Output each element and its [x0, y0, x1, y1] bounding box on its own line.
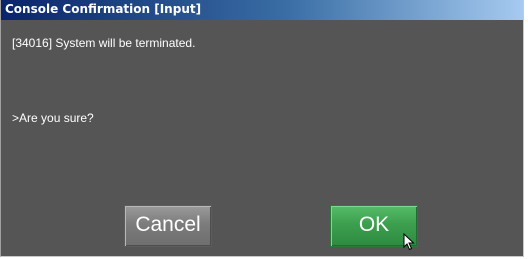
message-area: [34016] System will be terminated. >Are …: [9, 20, 523, 250]
mouse-pointer-icon: [403, 233, 415, 251]
confirmation-prompt: >Are you sure?: [12, 111, 94, 125]
termination-message: [34016] System will be terminated.: [12, 36, 196, 50]
title-bar[interactable]: Console Confirmation [Input]: [1, 0, 523, 20]
window-title: Console Confirmation [Input]: [5, 2, 202, 16]
cancel-button[interactable]: Cancel: [124, 205, 212, 247]
console-confirmation-dialog: Console Confirmation [Input] [34016] Sys…: [0, 0, 524, 257]
